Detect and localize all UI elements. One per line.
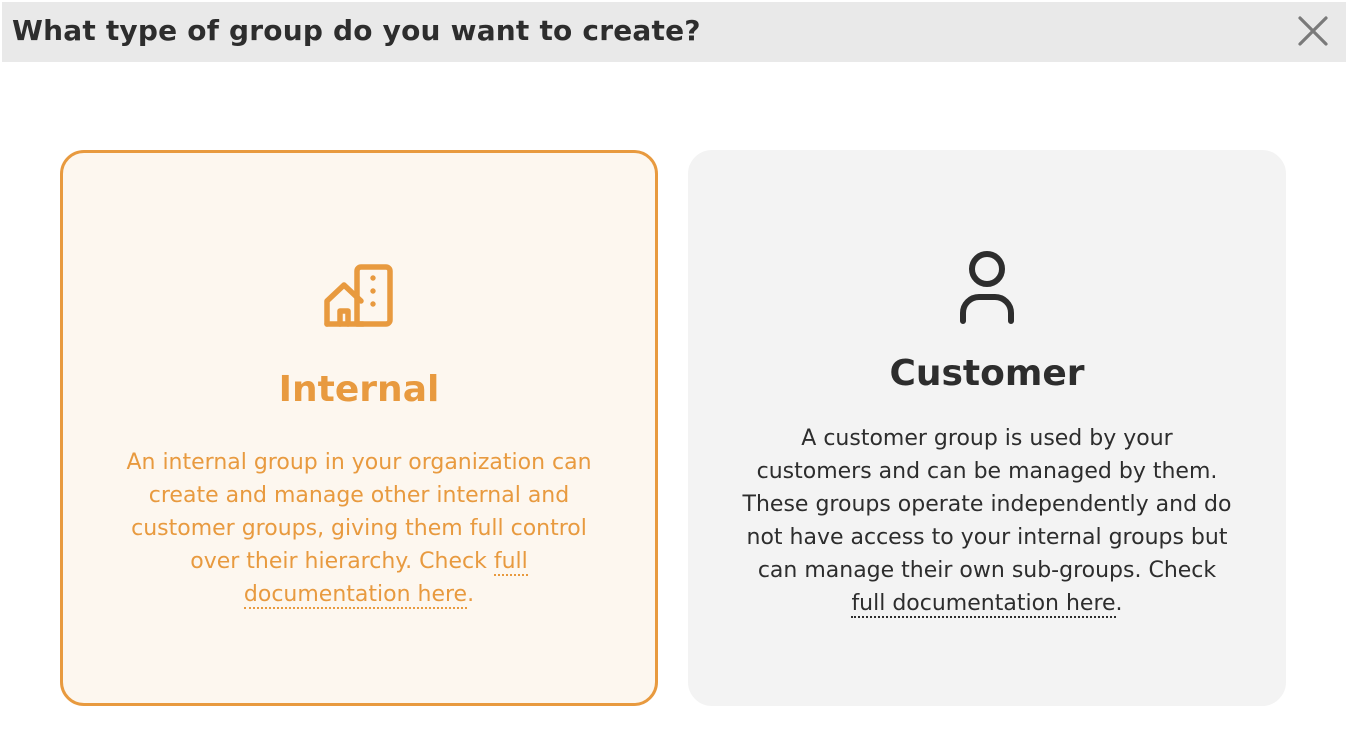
dialog-title: What type of group do you want to create… bbox=[12, 14, 701, 47]
close-icon bbox=[1298, 16, 1328, 46]
internal-description-suffix: . bbox=[467, 582, 475, 607]
create-group-dialog: What type of group do you want to create… bbox=[0, 0, 1348, 730]
user-icon bbox=[957, 247, 1017, 331]
building-icon bbox=[323, 261, 395, 337]
customer-documentation-link[interactable]: full documentation here bbox=[851, 591, 1116, 618]
close-button[interactable] bbox=[1296, 14, 1330, 48]
customer-group-option[interactable]: Customer A customer group is used by you… bbox=[688, 150, 1286, 706]
customer-description-text: A customer group is used by your custome… bbox=[742, 426, 1232, 583]
customer-option-title: Customer bbox=[889, 353, 1085, 394]
dialog-header: What type of group do you want to create… bbox=[2, 2, 1346, 62]
internal-option-description: An internal group in your organization c… bbox=[114, 446, 604, 611]
customer-option-description: A customer group is used by your custome… bbox=[742, 422, 1232, 620]
internal-option-title: Internal bbox=[278, 369, 440, 410]
internal-group-option[interactable]: Internal An internal group in your organ… bbox=[60, 150, 658, 706]
customer-description-suffix: . bbox=[1115, 591, 1123, 616]
